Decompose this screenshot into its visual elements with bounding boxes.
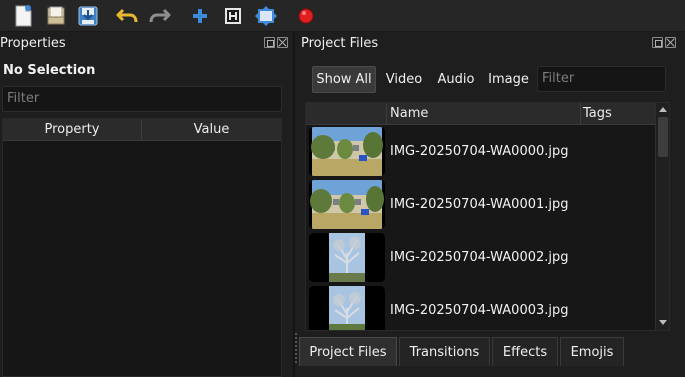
close-icon[interactable] (665, 37, 676, 48)
tab-effects[interactable]: Effects (492, 337, 558, 366)
file-name: IMG-20250704-WA0001.jpg (390, 197, 569, 212)
tab-strip-handle[interactable] (295, 333, 297, 363)
float-icon[interactable] (652, 37, 663, 48)
file-row[interactable]: IMG-20250704-WA0003.jpg (306, 284, 656, 330)
record-icon[interactable] (293, 3, 319, 29)
file-name: IMG-20250704-WA0003.jpg (390, 303, 569, 318)
filter-video-button[interactable]: Video (381, 66, 427, 93)
tab-emojis[interactable]: Emojis (560, 337, 624, 366)
undo-icon[interactable] (114, 3, 140, 29)
file-row[interactable]: IMG-20250704-WA0002.jpg (306, 231, 656, 284)
profile-icon[interactable] (220, 3, 246, 29)
fullscreen-icon[interactable] (253, 3, 279, 29)
scrollbar-thumb[interactable] (658, 117, 668, 157)
sculpture-thumbnail (309, 233, 385, 282)
open-file-icon[interactable] (43, 3, 69, 29)
scroll-down-icon[interactable] (659, 320, 667, 325)
column-header-tags[interactable]: Tags (583, 103, 612, 125)
project-files-filter-input[interactable]: Filter (537, 66, 666, 92)
file-row[interactable]: IMG-20250704-WA0001.jpg (306, 178, 656, 231)
float-icon[interactable] (264, 37, 275, 48)
properties-filter-input[interactable]: Filter (2, 86, 282, 112)
sculpture-thumbnail (309, 286, 385, 330)
close-icon[interactable] (277, 37, 288, 48)
tab-project-files[interactable]: Project Files (299, 337, 397, 366)
file-row[interactable]: IMG-20250704-WA0000.jpg (306, 125, 656, 178)
properties-table[interactable]: Property Value (2, 118, 282, 377)
column-divider[interactable] (386, 103, 387, 125)
plus-icon[interactable] (187, 3, 213, 29)
project-files-table[interactable]: Name Tags IMG-20250704-WA0000.jpg IMG-20… (305, 102, 670, 331)
properties-table-header: Property Value (3, 119, 281, 141)
column-divider[interactable] (580, 103, 581, 125)
file-name: IMG-20250704-WA0000.jpg (390, 144, 569, 159)
panel-splitter[interactable] (293, 32, 295, 377)
scroll-up-icon[interactable] (659, 107, 667, 112)
column-header-property[interactable]: Property (3, 119, 141, 141)
building-thumbnail (309, 180, 385, 229)
redo-icon[interactable] (147, 3, 173, 29)
project-files-panel-title: Project Files (301, 36, 379, 51)
building-thumbnail (309, 127, 385, 176)
new-file-icon[interactable] (10, 3, 36, 29)
project-files-header: Name Tags (306, 103, 656, 125)
selection-label: No Selection (3, 63, 96, 78)
properties-panel-title: Properties (0, 36, 66, 51)
filter-show-all-button[interactable]: Show All (312, 66, 376, 93)
column-header-name[interactable]: Name (390, 103, 428, 125)
tab-transitions[interactable]: Transitions (399, 337, 490, 366)
vertical-scrollbar[interactable] (655, 103, 669, 330)
main-toolbar (0, 0, 685, 32)
filter-image-button[interactable]: Image (484, 66, 533, 93)
save-icon[interactable] (75, 3, 101, 29)
file-name: IMG-20250704-WA0002.jpg (390, 250, 569, 265)
filter-audio-button[interactable]: Audio (432, 66, 480, 93)
column-header-value[interactable]: Value (142, 119, 281, 141)
